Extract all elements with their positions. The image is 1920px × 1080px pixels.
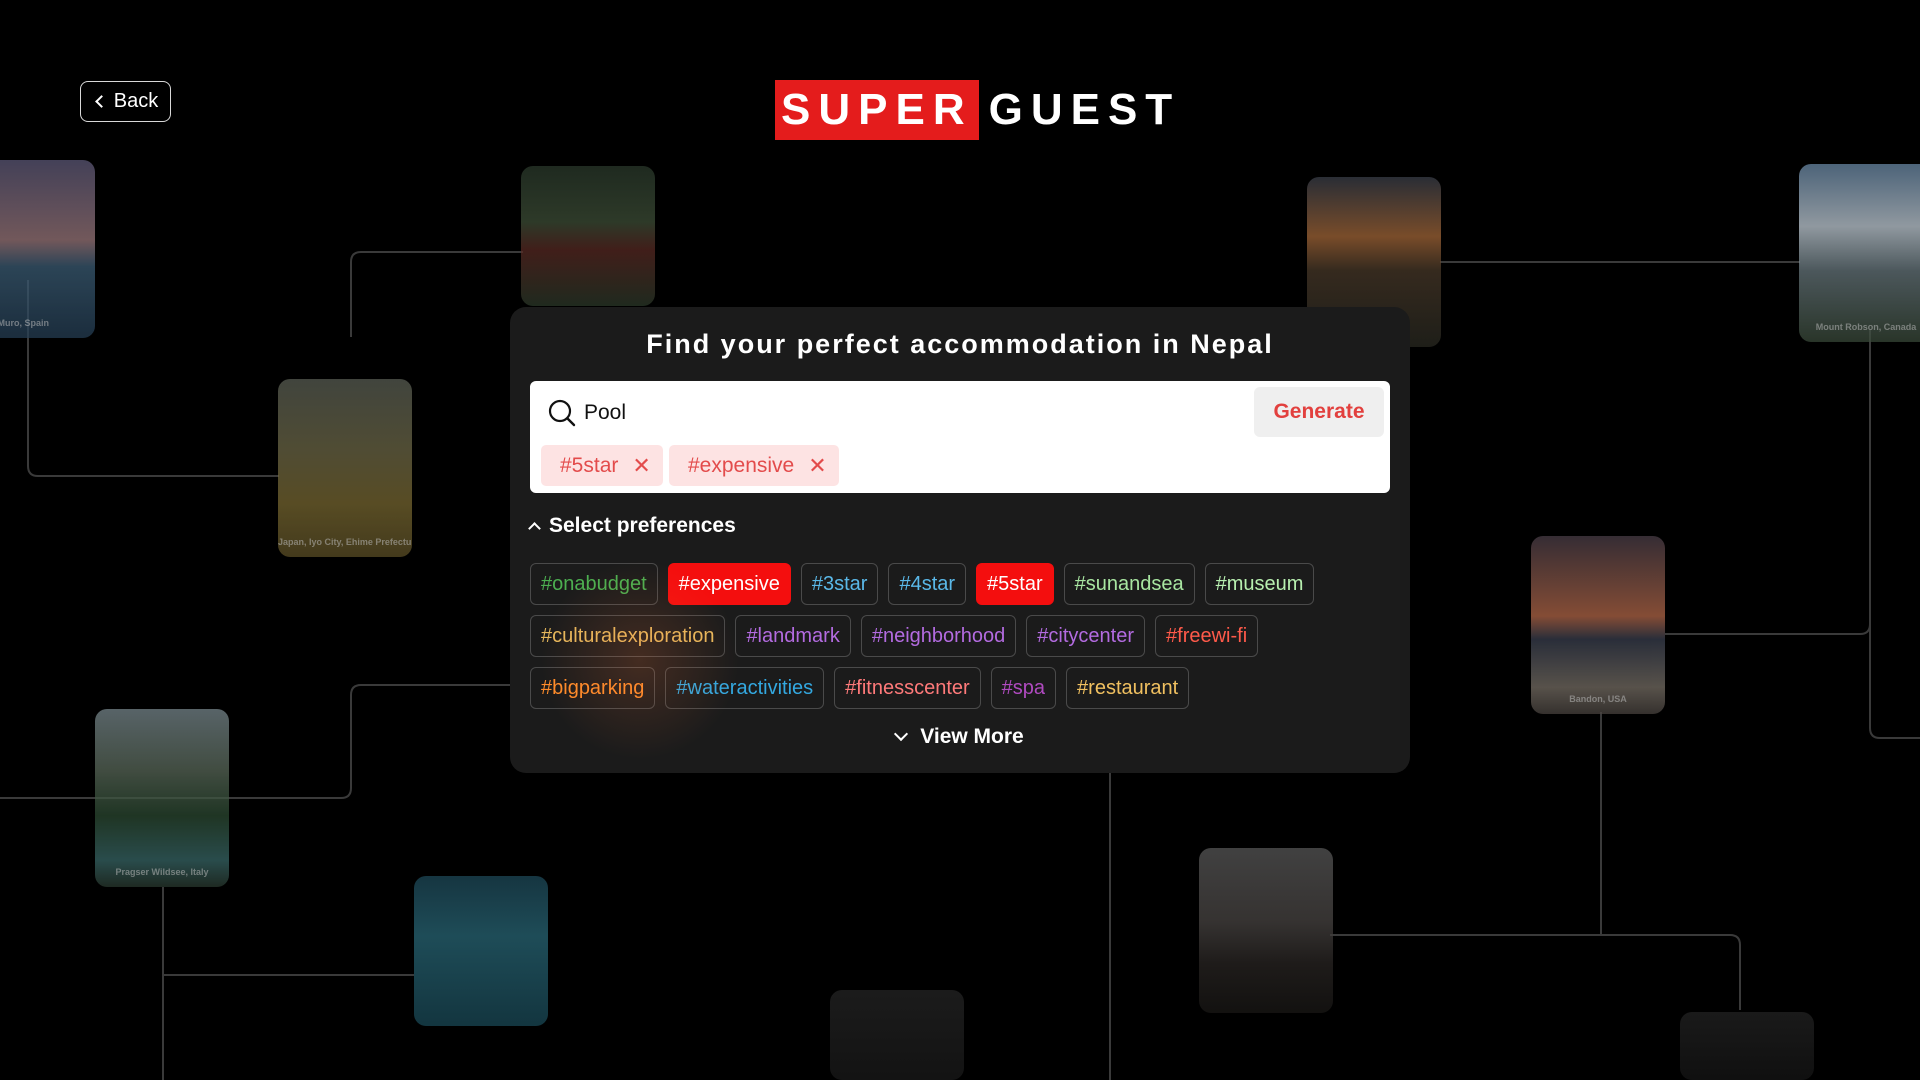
app-logo: SUPER GUEST bbox=[775, 80, 1180, 140]
chevron-up-icon bbox=[528, 522, 541, 535]
chevron-down-icon bbox=[894, 726, 909, 742]
logo-guest: GUEST bbox=[988, 85, 1181, 134]
app-stage: a de Muro, Spain Japan, Iyo City, Ehime … bbox=[0, 0, 1920, 1080]
background-photo-card bbox=[521, 166, 655, 306]
generate-button[interactable]: Generate bbox=[1254, 387, 1384, 437]
preference-chip[interactable]: #5star bbox=[976, 563, 1054, 605]
preference-chip[interactable]: #3star bbox=[800, 563, 879, 605]
selected-tag-label: #expensive bbox=[688, 453, 795, 477]
photo-caption: Mount Robson, Canada bbox=[1815, 322, 1917, 332]
preference-chip[interactable]: #bigparking bbox=[530, 667, 656, 709]
search-input[interactable] bbox=[584, 393, 1244, 433]
background-photo-card bbox=[1680, 1012, 1814, 1080]
remove-tag-icon[interactable]: ✕ bbox=[808, 453, 826, 479]
view-more-button[interactable]: View More bbox=[510, 725, 1410, 749]
search-box: Generate #5star ✕ #expensive ✕ bbox=[530, 381, 1390, 493]
preference-chip[interactable]: #spa bbox=[990, 667, 1057, 709]
preference-chip-row: #bigparking #wateractivities #fitnesscente… bbox=[530, 667, 1390, 709]
back-button-label: Back bbox=[113, 90, 159, 112]
selected-tag-label: #5star bbox=[560, 453, 619, 477]
preference-chip[interactable]: #fitnesscenter bbox=[834, 667, 981, 709]
chevron-left-icon bbox=[94, 95, 108, 108]
preference-chip[interactable]: #sunandsea bbox=[1063, 563, 1195, 605]
search-icon bbox=[548, 399, 576, 427]
preference-chip[interactable]: #citycenter bbox=[1026, 615, 1146, 657]
background-photo-card: Bandon, USA bbox=[1531, 536, 1665, 714]
selected-tag: #expensive ✕ bbox=[669, 445, 839, 486]
photo-caption: a de Muro, Spain bbox=[0, 318, 49, 328]
select-preferences-toggle[interactable]: Select preferences bbox=[528, 514, 736, 538]
preference-chip-list: #onabudget #expensive #3star #4star #5star #s… bbox=[530, 563, 1390, 719]
preference-chip[interactable]: #landmark bbox=[735, 615, 851, 657]
preference-chip[interactable]: #wateractivities bbox=[665, 667, 825, 709]
photo-caption: Pragser Wildsee, Italy bbox=[115, 867, 209, 877]
preference-chip[interactable]: #restaurant bbox=[1066, 667, 1190, 709]
preference-chip-row: #culturalexploration #landmark #neighborho… bbox=[530, 615, 1390, 657]
background-photo-card: Mount Robson, Canada bbox=[1799, 164, 1920, 342]
background-photo-card bbox=[1199, 848, 1333, 1013]
preference-chip[interactable]: #onabudget bbox=[530, 563, 658, 605]
back-button[interactable]: Back bbox=[80, 81, 171, 122]
background-photo-card: Japan, Iyo City, Ehime Prefecture bbox=[278, 379, 412, 557]
preference-chip[interactable]: #culturalexploration bbox=[530, 615, 726, 657]
preference-chip[interactable]: #expensive bbox=[667, 563, 791, 605]
view-more-label: View More bbox=[920, 725, 1024, 748]
background-photo-card bbox=[414, 876, 548, 1026]
photo-caption: Japan, Iyo City, Ehime Prefecture bbox=[278, 537, 412, 547]
preferences-header-label: Select preferences bbox=[549, 514, 736, 537]
preference-chip-row: #onabudget #expensive #3star #4star #5star #s… bbox=[530, 563, 1390, 605]
remove-tag-icon[interactable]: ✕ bbox=[632, 453, 650, 479]
page-title: Find your perfect accommodation in Nepal bbox=[646, 329, 1274, 359]
background-photo-card: a de Muro, Spain bbox=[0, 160, 95, 338]
preference-chip[interactable]: #freewi-fi bbox=[1155, 615, 1259, 657]
preference-chip[interactable]: #4star bbox=[888, 563, 967, 605]
background-photo-card: Pragser Wildsee, Italy bbox=[95, 709, 229, 887]
background-photo-card bbox=[830, 990, 964, 1080]
preference-chip[interactable]: #neighborhood bbox=[860, 615, 1017, 657]
search-panel: Find your perfect accommodation in Nepal… bbox=[510, 307, 1410, 773]
logo-super: SUPER bbox=[775, 80, 979, 140]
selected-tag: #5star ✕ bbox=[541, 445, 663, 486]
photo-caption: Bandon, USA bbox=[1569, 694, 1627, 704]
preference-chip[interactable]: #museum bbox=[1204, 563, 1315, 605]
